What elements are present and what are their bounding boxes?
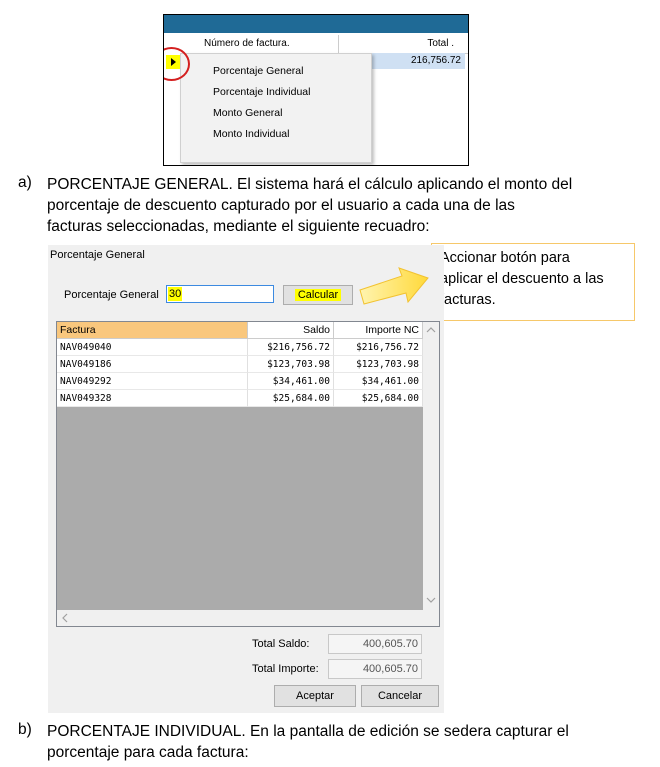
section-b-text: PORCENTAJE INDIVIDUAL. En la pantalla de…: [47, 721, 657, 763]
column-numero-factura[interactable]: Número de factura.: [204, 38, 290, 49]
context-menu-screenshot: Número de factura. Total . 216,756.72 Po…: [163, 14, 469, 166]
porcentaje-general-dialog: Porcentaje General Porcentaje General 30…: [48, 245, 444, 713]
total-saldo-field: 400,605.70: [328, 634, 422, 654]
section-a-line: porcentaje de descuento capturado por el…: [47, 197, 515, 214]
column-factura[interactable]: Factura: [57, 322, 248, 339]
cell-saldo[interactable]: $25,684.00: [248, 390, 334, 407]
cell-factura[interactable]: NAV049186: [57, 356, 248, 373]
invoice-grid: Factura Saldo Importe NC NAV049040 $216,…: [56, 321, 440, 627]
section-a-text: PORCENTAJE GENERAL. El sistema hará el c…: [47, 174, 657, 237]
section-b-line: PORCENTAJE INDIVIDUAL. En la pantalla de…: [47, 723, 569, 740]
context-menu: Porcentaje General Porcentaje Individual…: [180, 53, 372, 163]
menu-item-porcentaje-general[interactable]: Porcentaje General: [213, 65, 303, 77]
cell-saldo[interactable]: $34,461.00: [248, 373, 334, 390]
percent-value: 30: [168, 287, 183, 301]
cell-importe[interactable]: $216,756.72: [334, 339, 423, 356]
selected-row-total[interactable]: 216,756.72: [369, 53, 465, 69]
total-importe-label: Total Importe:: [252, 663, 319, 675]
column-saldo[interactable]: Saldo: [248, 322, 334, 339]
yellow-arrow-icon: [359, 267, 429, 305]
grid-header: Número de factura. Total .: [196, 35, 468, 54]
dialog-title: Porcentaje General: [50, 249, 145, 261]
section-b-line: porcentaje para cada factura:: [47, 744, 249, 761]
calcular-button[interactable]: Calcular: [283, 285, 353, 305]
cell-factura[interactable]: NAV049040: [57, 339, 248, 356]
scroll-down-icon[interactable]: [426, 597, 436, 603]
column-total[interactable]: Total .: [427, 38, 454, 49]
horizontal-scrollbar[interactable]: [57, 610, 439, 626]
callout-line: Accionar botón para: [440, 250, 570, 266]
scroll-up-icon[interactable]: [426, 327, 436, 333]
cell-factura[interactable]: NAV049292: [57, 373, 248, 390]
percent-input[interactable]: 30: [166, 285, 274, 303]
scroll-left-icon[interactable]: [62, 613, 68, 623]
window-header-bar: [164, 15, 468, 33]
cell-importe[interactable]: $25,684.00: [334, 390, 423, 407]
menu-item-monto-individual[interactable]: Monto Individual: [213, 128, 289, 140]
menu-item-monto-general[interactable]: Monto General: [213, 107, 282, 119]
section-b-label: b): [18, 721, 32, 738]
callout-line: facturas.: [440, 292, 496, 308]
column-importe-nc[interactable]: Importe NC: [334, 322, 423, 339]
aceptar-button[interactable]: Aceptar: [274, 685, 356, 707]
section-a-label: a): [18, 174, 32, 191]
cell-importe[interactable]: $123,703.98: [334, 356, 423, 373]
menu-item-porcentaje-individual[interactable]: Porcentaje Individual: [213, 86, 310, 98]
column-separator: [338, 35, 339, 53]
percent-label: Porcentaje General: [64, 289, 159, 301]
section-a-line: PORCENTAJE GENERAL. El sistema hará el c…: [47, 176, 573, 193]
vertical-scrollbar[interactable]: [423, 322, 439, 610]
total-importe-field: 400,605.70: [328, 659, 422, 679]
cell-saldo[interactable]: $216,756.72: [248, 339, 334, 356]
cell-importe[interactable]: $34,461.00: [334, 373, 423, 390]
cell-saldo[interactable]: $123,703.98: [248, 356, 334, 373]
section-a-line: facturas seleccionadas, mediante el sigu…: [47, 218, 430, 235]
callout-line: aplicar el descuento a las: [440, 271, 604, 287]
calcular-button-label: Calcular: [294, 289, 342, 301]
cell-factura[interactable]: NAV049328: [57, 390, 248, 407]
total-saldo-label: Total Saldo:: [252, 638, 310, 650]
callout-box: Accionar botón para aplicar el descuento…: [431, 243, 635, 321]
cancelar-button[interactable]: Cancelar: [361, 685, 439, 707]
